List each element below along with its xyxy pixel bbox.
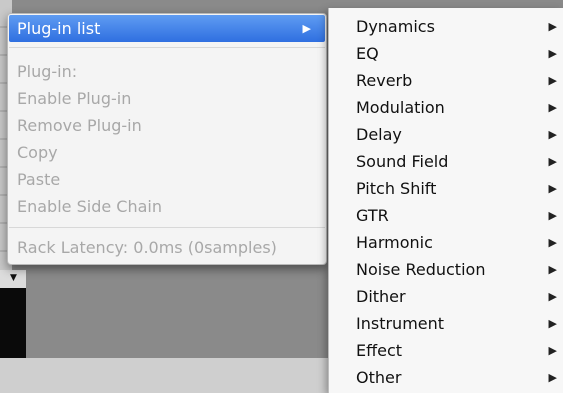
menu-item-plugin-list[interactable]: Plug-in list ▶ (9, 15, 325, 42)
submenu-item-label: Other (356, 368, 402, 387)
menu-item-label: Enable Side Chain (17, 197, 162, 216)
submenu-item-label: Modulation (356, 98, 445, 117)
submenu-item-modulation[interactable]: Modulation ▶ (329, 94, 563, 121)
submenu-item-label: Reverb (356, 71, 413, 90)
submenu-item-noise-reduction[interactable]: Noise Reduction ▶ (329, 256, 563, 283)
background-dropdown[interactable]: ▼ (0, 270, 26, 289)
submenu-item-gtr[interactable]: GTR ▶ (329, 202, 563, 229)
submenu-arrow-icon: ▶ (548, 236, 557, 249)
menu-item-copy[interactable]: Copy (9, 139, 325, 166)
submenu-arrow-icon: ▶ (548, 344, 557, 357)
submenu-item-label: Noise Reduction (356, 260, 486, 279)
submenu-arrow-icon: ▶ (548, 128, 557, 141)
submenu-item-effect[interactable]: Effect ▶ (329, 337, 563, 364)
background-panel (0, 358, 340, 393)
menu-item-enable-side-chain[interactable]: Enable Side Chain (9, 193, 325, 220)
submenu-item-label: Sound Field (356, 152, 449, 171)
menu-item-label: Paste (17, 170, 61, 189)
menu-item-remove-plugin[interactable]: Remove Plug-in (9, 112, 325, 139)
submenu-arrow-icon: ▶ (548, 182, 557, 195)
plugin-context-menu: Plug-in list ▶ Plug-in: Enable Plug-in R… (7, 13, 327, 265)
submenu-item-delay[interactable]: Delay ▶ (329, 121, 563, 148)
submenu-item-reverb[interactable]: Reverb ▶ (329, 67, 563, 94)
rack-latency-text: Rack Latency: 0.0ms (0samples) (17, 238, 277, 257)
submenu-arrow-icon: ▶ (548, 371, 557, 384)
submenu-arrow-icon: ▶ (548, 47, 557, 60)
menu-separator (9, 227, 325, 228)
submenu-item-label: EQ (356, 44, 379, 63)
submenu-item-dither[interactable]: Dither ▶ (329, 283, 563, 310)
submenu-arrow-icon: ▶ (548, 290, 557, 303)
menu-item-paste[interactable]: Paste (9, 166, 325, 193)
submenu-arrow-icon: ▶ (548, 74, 557, 87)
submenu-item-label: GTR (356, 206, 389, 225)
submenu-item-label: Harmonic (356, 233, 433, 252)
submenu-item-sound-field[interactable]: Sound Field ▶ (329, 148, 563, 175)
submenu-item-dynamics[interactable]: Dynamics ▶ (329, 13, 563, 40)
submenu-item-instrument[interactable]: Instrument ▶ (329, 310, 563, 337)
menu-item-label: Plug-in: (17, 62, 78, 81)
menu-item-label: Plug-in list (17, 19, 101, 38)
submenu-item-other[interactable]: Other ▶ (329, 364, 563, 391)
submenu-arrow-icon: ▶ (548, 263, 557, 276)
plugin-category-submenu: Dynamics ▶ EQ ▶ Reverb ▶ Modulation ▶ De… (328, 8, 563, 393)
submenu-item-label: Effect (356, 341, 403, 360)
submenu-item-harmonic[interactable]: Harmonic ▶ (329, 229, 563, 256)
background-display (0, 288, 26, 358)
submenu-arrow-icon: ▶ (302, 22, 311, 35)
submenu-item-eq[interactable]: EQ ▶ (329, 40, 563, 67)
menu-item-enable-plugin[interactable]: Enable Plug-in (9, 85, 325, 112)
submenu-arrow-icon: ▶ (548, 317, 557, 330)
submenu-item-label: Pitch Shift (356, 179, 437, 198)
menu-item-rack-latency: Rack Latency: 0.0ms (0samples) (9, 234, 325, 261)
submenu-arrow-icon: ▶ (548, 20, 557, 33)
submenu-item-label: Dither (356, 287, 406, 306)
menu-item-label: Remove Plug-in (17, 116, 142, 135)
menu-separator (9, 47, 325, 48)
submenu-arrow-icon: ▶ (548, 155, 557, 168)
chevron-down-icon: ▼ (10, 273, 17, 283)
menu-item-label: Enable Plug-in (17, 89, 132, 108)
submenu-arrow-icon: ▶ (548, 209, 557, 222)
menu-item-label: Copy (17, 143, 58, 162)
submenu-item-pitch-shift[interactable]: Pitch Shift ▶ (329, 175, 563, 202)
submenu-item-label: Delay (356, 125, 402, 144)
submenu-arrow-icon: ▶ (548, 101, 557, 114)
submenu-item-label: Dynamics (356, 17, 435, 36)
menu-item-plugin-header: Plug-in: (9, 58, 325, 85)
submenu-item-label: Instrument (356, 314, 445, 333)
